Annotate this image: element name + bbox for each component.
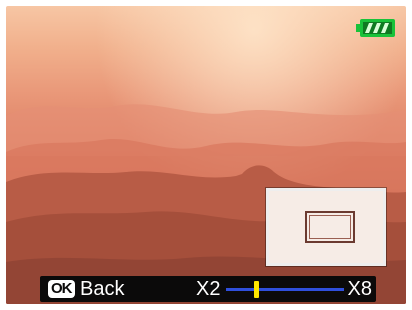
zoom-slider-track[interactable] (226, 281, 344, 298)
zoom-min-label: X2 (196, 278, 221, 300)
photo-playback-screen: OK Back X2 X8 (6, 6, 406, 304)
battery-full-icon (356, 18, 396, 38)
zoom-control-bar: OK Back X2 X8 (40, 276, 376, 302)
zoom-slider-thumb[interactable] (253, 281, 259, 298)
back-label[interactable]: Back (80, 278, 124, 300)
zoom-max-label: X8 (347, 278, 372, 300)
zoom-area-frame (305, 211, 355, 243)
zoom-navigator (266, 188, 386, 266)
ok-button-badge[interactable]: OK (48, 280, 75, 298)
